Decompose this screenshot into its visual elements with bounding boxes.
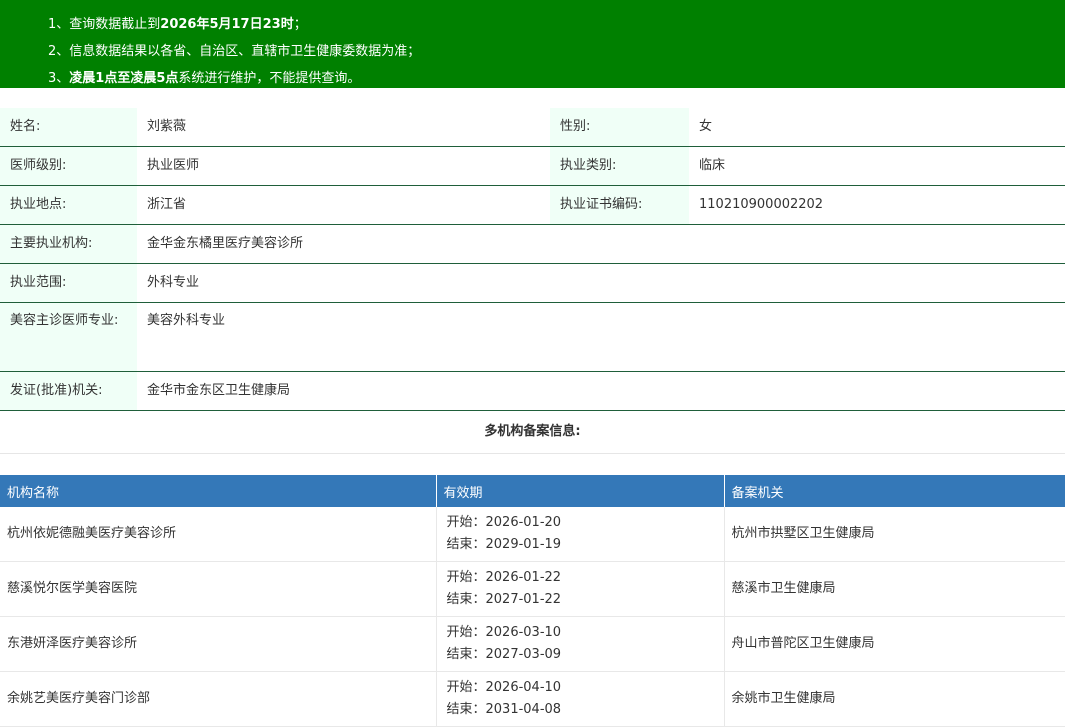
info-row-level: 医师级别: 执业医师 执业类别: 临床: [0, 146, 1065, 186]
scope-label: 执业范围:: [0, 263, 137, 303]
level-value: 执业医师: [137, 146, 550, 186]
table-row: 杭州依妮德融美医疗美容诊所 开始：2026-01-20 结束：2029-01-1…: [0, 507, 1065, 562]
info-row-issuer: 发证(批准)机关: 金华市金东区卫生健康局: [0, 371, 1065, 411]
info-row-cosmetic: 美容主诊医师专业: 美容外科专业: [0, 302, 1065, 372]
issuer-value: 金华市金东区卫生健康局: [137, 371, 1065, 411]
period-start: 开始：2026-04-10: [446, 680, 562, 695]
notice-line-2: 2、信息数据结果以各省、自治区、直辖市卫生健康委数据为准；: [48, 44, 421, 59]
notice-line-3: 3、凌晨1点至凌晨5点系统进行维护，不能提供查询。: [48, 71, 361, 86]
name-label: 姓名:: [0, 108, 137, 147]
period-cell: 开始：2026-01-22 结束：2027-01-22: [436, 561, 725, 617]
level-label: 医师级别:: [0, 146, 137, 186]
name-value: 刘紫薇: [137, 108, 550, 147]
period-cell: 开始：2026-01-20 结束：2029-01-19: [436, 507, 725, 562]
location-value: 浙江省: [137, 185, 550, 225]
header-org-name: 机构名称: [0, 475, 437, 507]
period-end: 结束：2027-03-09: [446, 647, 562, 662]
notice-line-1: 1、查询数据截止到2026年5月17日23时；: [48, 17, 307, 32]
category-value: 临床: [689, 146, 1065, 186]
info-row-org: 主要执业机构: 金华金东橘里医疗美容诊所: [0, 224, 1065, 264]
org-label: 主要执业机构:: [0, 224, 137, 264]
cert-label: 执业证书编码:: [550, 185, 689, 225]
org-value: 金华金东橘里医疗美容诊所: [137, 224, 1065, 264]
gender-value: 女: [689, 108, 1065, 147]
table-row: 余姚艺美医疗美容门诊部 开始：2026-04-10 结束：2031-04-08 …: [0, 671, 1065, 727]
table-row: 慈溪悦尔医学美容医院 开始：2026-01-22 结束：2027-01-22 慈…: [0, 561, 1065, 617]
info-row-name: 姓名: 刘紫薇 性别: 女: [0, 108, 1065, 147]
period-end: 结束：2029-01-19: [446, 537, 562, 552]
period-end: 结束：2027-01-22: [446, 592, 562, 607]
period-start: 开始：2026-01-20: [446, 515, 562, 530]
period-cell: 开始：2026-04-10 结束：2031-04-08: [436, 671, 725, 727]
issuer-label: 发证(批准)机关:: [0, 371, 137, 411]
category-label: 执业类别:: [550, 146, 689, 186]
org-name-cell: 杭州依妮德融美医疗美容诊所: [0, 507, 437, 562]
info-row-location: 执业地点: 浙江省 执业证书编码: 110210900002202: [0, 185, 1065, 225]
notice-banner: 1、查询数据截止到2026年5月17日23时； 2、信息数据结果以各省、自治区、…: [0, 0, 1065, 88]
scope-value: 外科专业: [137, 263, 1065, 303]
header-authority: 备案机关: [724, 475, 1065, 507]
location-label: 执业地点:: [0, 185, 137, 225]
authority-cell: 慈溪市卫生健康局: [724, 561, 1065, 617]
cosmetic-label: 美容主诊医师专业:: [0, 302, 137, 372]
cosmetic-value: 美容外科专业: [137, 302, 1065, 372]
cert-value: 110210900002202: [689, 185, 1065, 225]
doctor-info-table: 姓名: 刘紫薇 性别: 女 医师级别: 执业医师 执业类别: 临床 执业地点: …: [0, 108, 1065, 411]
header-period: 有效期: [436, 475, 725, 507]
table-row: 东港妍泽医疗美容诊所 开始：2026-03-10 结束：2027-03-09 舟…: [0, 616, 1065, 672]
multi-org-table: 机构名称 有效期 备案机关 杭州依妮德融美医疗美容诊所 开始：2026-01-2…: [0, 475, 1065, 727]
authority-cell: 杭州市拱墅区卫生健康局: [724, 507, 1065, 562]
authority-cell: 余姚市卫生健康局: [724, 671, 1065, 727]
authority-cell: 舟山市普陀区卫生健康局: [724, 616, 1065, 672]
period-start: 开始：2026-01-22: [446, 570, 562, 585]
org-name-cell: 东港妍泽医疗美容诊所: [0, 616, 437, 672]
info-row-scope: 执业范围: 外科专业: [0, 263, 1065, 303]
multi-org-header: 机构名称 有效期 备案机关: [0, 475, 1065, 507]
period-start: 开始：2026-03-10: [446, 625, 562, 640]
org-name-cell: 余姚艺美医疗美容门诊部: [0, 671, 437, 727]
multi-org-title: 多机构备案信息:: [0, 411, 1065, 454]
period-cell: 开始：2026-03-10 结束：2027-03-09: [436, 616, 725, 672]
org-name-cell: 慈溪悦尔医学美容医院: [0, 561, 437, 617]
gender-label: 性别:: [550, 108, 689, 147]
